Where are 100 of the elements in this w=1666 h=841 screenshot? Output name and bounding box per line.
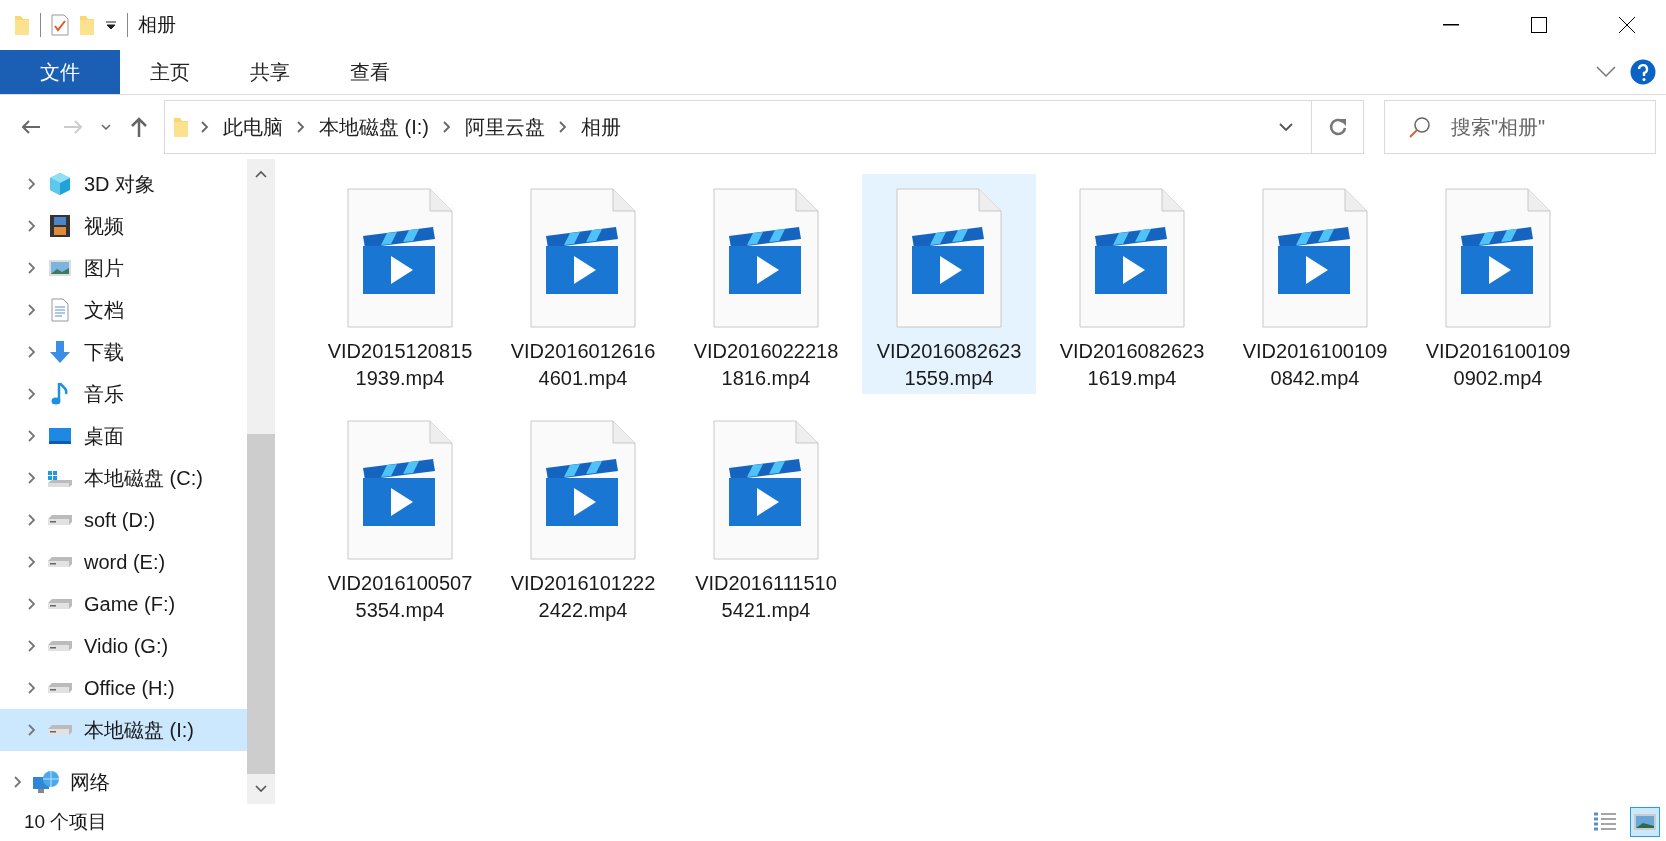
expand-chevron-icon[interactable]: [28, 556, 36, 568]
sidebar-item[interactable]: 图片: [0, 247, 247, 289]
file-item[interactable]: VID20160222181816.mp4: [679, 174, 853, 394]
maximize-icon: [1531, 17, 1547, 33]
sidebar-item[interactable]: 视频: [0, 205, 247, 247]
expand-chevron-icon[interactable]: [28, 304, 36, 316]
window-title: 相册: [138, 13, 176, 37]
expand-chevron-icon[interactable]: [28, 682, 36, 694]
scrollbar[interactable]: [247, 159, 275, 804]
item-count: 10 个项目: [24, 810, 108, 834]
up-arrow-icon: [130, 117, 148, 137]
ribbon-tab[interactable]: 共享: [220, 50, 320, 94]
expand-ribbon-icon[interactable]: [1596, 66, 1616, 78]
sidebar-item[interactable]: 3D 对象: [0, 163, 247, 205]
video-file-icon: [1445, 188, 1551, 328]
search-icon: [1409, 116, 1431, 138]
breadcrumb[interactable]: 本地磁盘 (I:): [317, 113, 431, 141]
expand-chevron-icon[interactable]: [28, 388, 36, 400]
file-item[interactable]: VID20160826231559.mp4: [862, 174, 1036, 394]
cube-icon: [48, 172, 72, 196]
drive-icon: [47, 555, 73, 569]
download-arrow-icon: [49, 340, 71, 364]
music-note-icon: [51, 382, 69, 406]
document-icon: [50, 298, 70, 322]
sidebar-item[interactable]: word (E:): [0, 541, 247, 583]
sidebar-item[interactable]: Game (F:): [0, 583, 247, 625]
search-box[interactable]: 搜索"相册": [1384, 100, 1656, 154]
large-icons-view-button[interactable]: [1630, 807, 1660, 837]
expand-chevron-icon[interactable]: [28, 598, 36, 610]
video-file-icon: [530, 188, 636, 328]
expand-chevron-icon[interactable]: [28, 640, 36, 652]
drive-icon: [47, 723, 73, 737]
drive-icon: [47, 597, 73, 611]
close-icon: [1619, 17, 1635, 33]
drive-icon: [47, 681, 73, 695]
video-file-icon: [896, 188, 1002, 328]
chevron-down-icon: [101, 124, 111, 130]
file-item[interactable]: VID20161012222422.mp4: [496, 406, 670, 626]
chevron-icon[interactable]: [297, 121, 305, 133]
picture-icon: [48, 258, 72, 278]
ribbon-tab[interactable]: 查看: [320, 50, 420, 94]
help-icon[interactable]: [1630, 59, 1656, 85]
expand-chevron-icon[interactable]: [28, 430, 36, 442]
sidebar-item[interactable]: Office (H:): [0, 667, 247, 709]
sidebar-item[interactable]: Vidio (G:): [0, 625, 247, 667]
video-file-icon: [347, 420, 453, 560]
dropdown-chevron-icon[interactable]: [1279, 123, 1293, 131]
address-bar[interactable]: 此电脑 本地磁盘 (I:) 阿里云盘 相册: [164, 100, 1364, 154]
chevron-icon[interactable]: [559, 121, 567, 133]
sidebar-item[interactable]: 本地磁盘 (I:): [0, 709, 247, 751]
expand-chevron-icon[interactable]: [28, 724, 36, 736]
sidebar-item[interactable]: 网络: [0, 761, 247, 803]
desktop-icon: [48, 426, 72, 446]
globe-monitor-icon: [32, 769, 60, 795]
file-item[interactable]: VID20160126164601.mp4: [496, 174, 670, 394]
file-item[interactable]: VID20161001090842.mp4: [1228, 174, 1402, 394]
sidebar-item[interactable]: 桌面: [0, 415, 247, 457]
minimize-icon: [1443, 24, 1459, 26]
video-file-icon: [713, 188, 819, 328]
sidebar-item[interactable]: 本地磁盘 (C:): [0, 457, 247, 499]
file-item[interactable]: VID20161001090902.mp4: [1411, 174, 1585, 394]
video-file-icon: [1262, 188, 1368, 328]
sidebar-item[interactable]: 音乐: [0, 373, 247, 415]
expand-chevron-icon[interactable]: [28, 514, 36, 526]
file-item[interactable]: VID20160826231619.mp4: [1045, 174, 1219, 394]
video-file-icon: [530, 420, 636, 560]
expand-chevron-icon[interactable]: [28, 262, 36, 274]
breadcrumb[interactable]: 此电脑: [221, 113, 285, 141]
ribbon-tab[interactable]: 主页: [120, 50, 220, 94]
expand-chevron-icon[interactable]: [28, 220, 36, 232]
refresh-icon: [1328, 117, 1347, 137]
breadcrumb[interactable]: 阿里云盘: [463, 113, 547, 141]
folder-icon: [14, 14, 30, 36]
chevron-icon[interactable]: [201, 121, 209, 133]
new-folder-icon: [79, 14, 95, 36]
expand-chevron-icon[interactable]: [28, 178, 36, 190]
film-icon: [49, 214, 71, 238]
expand-chevron-icon[interactable]: [28, 472, 36, 484]
sidebar-item[interactable]: 下载: [0, 331, 247, 373]
drive-icon: [47, 639, 73, 653]
folder-icon: [173, 116, 189, 138]
drive-icon: [47, 513, 73, 527]
dropdown-caret-icon[interactable]: [105, 20, 117, 30]
video-file-icon: [347, 188, 453, 328]
file-menu-tab[interactable]: 文件: [0, 50, 120, 94]
search-input[interactable]: 搜索"相册": [1449, 114, 1613, 140]
expand-chevron-icon[interactable]: [14, 776, 22, 788]
file-item[interactable]: VID20161115105421.mp4: [679, 406, 853, 626]
video-file-icon: [1079, 188, 1185, 328]
details-view-icon: [1593, 811, 1617, 833]
forward-arrow-icon: [63, 119, 83, 135]
properties-icon[interactable]: [51, 14, 69, 36]
file-item[interactable]: VID20151208151939.mp4: [313, 174, 487, 394]
file-item[interactable]: VID20161005075354.mp4: [313, 406, 487, 626]
back-arrow-icon: [21, 119, 41, 135]
chevron-icon[interactable]: [443, 121, 451, 133]
sidebar-item[interactable]: 文档: [0, 289, 247, 331]
breadcrumb[interactable]: 相册: [579, 113, 623, 141]
expand-chevron-icon[interactable]: [28, 346, 36, 358]
sidebar-item[interactable]: soft (D:): [0, 499, 247, 541]
